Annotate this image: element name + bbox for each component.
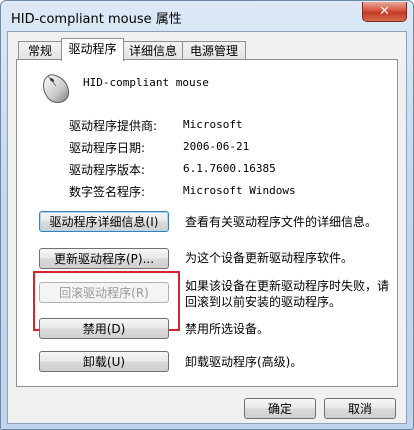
cancel-button[interactable]: 取消	[324, 398, 396, 419]
driver-tab-panel: HID-compliant mouse 驱动程序提供商: Microsoft 驱…	[16, 59, 398, 387]
info-value-signer: Microsoft Windows	[183, 184, 296, 197]
mouse-icon	[43, 74, 70, 103]
info-value-version: 6.1.7600.16385	[183, 162, 276, 175]
info-label-version: 驱动程序版本:	[69, 163, 146, 177]
tab-driver[interactable]: 驱动程序	[61, 38, 124, 61]
tab-power-management[interactable]: 电源管理	[182, 41, 246, 60]
tab-general[interactable]: 常规	[18, 41, 62, 60]
info-label-signer: 数字签名程序:	[69, 185, 146, 199]
rollback-driver-description: 如果该设备在更新驱动程序时失败，请回滚到以前安装的驱动程序。	[185, 279, 390, 309]
title-bar[interactable]: HID-compliant mouse 属性 ✕	[1, 1, 413, 31]
update-driver-description: 为这个设备更新驱动程序软件。	[185, 251, 354, 265]
close-button[interactable]: ✕	[362, 2, 407, 22]
driver-details-description: 查看有关驱动程序文件的详细信息。	[185, 215, 378, 229]
properties-window: HID-compliant mouse 属性 ✕ 常规 驱动程序 详细信息 电源…	[0, 0, 414, 430]
uninstall-description: 卸载驱动程序(高级)。	[185, 355, 303, 369]
update-driver-button[interactable]: 更新驱动程序(P)...	[39, 248, 169, 269]
disable-button[interactable]: 禁用(D)	[39, 318, 169, 339]
uninstall-button[interactable]: 卸载(U)	[39, 351, 169, 372]
window-title: HID-compliant mouse 属性	[11, 12, 182, 27]
info-label-provider: 驱动程序提供商:	[69, 119, 158, 133]
device-name: HID-compliant mouse	[83, 76, 209, 89]
dialog-client: 常规 驱动程序 详细信息 电源管理 HID-compliant mouse 驱动…	[7, 31, 407, 424]
driver-details-button[interactable]: 驱动程序详细信息(I)	[39, 211, 169, 232]
disable-description: 禁用所选设备。	[185, 322, 270, 336]
info-label-date: 驱动程序日期:	[69, 141, 146, 155]
close-icon: ✕	[379, 4, 390, 19]
ok-button[interactable]: 确定	[244, 398, 316, 419]
info-value-provider: Microsoft	[183, 118, 243, 131]
info-value-date: 2006-06-21	[183, 140, 250, 153]
tab-details[interactable]: 详细信息	[123, 41, 183, 60]
